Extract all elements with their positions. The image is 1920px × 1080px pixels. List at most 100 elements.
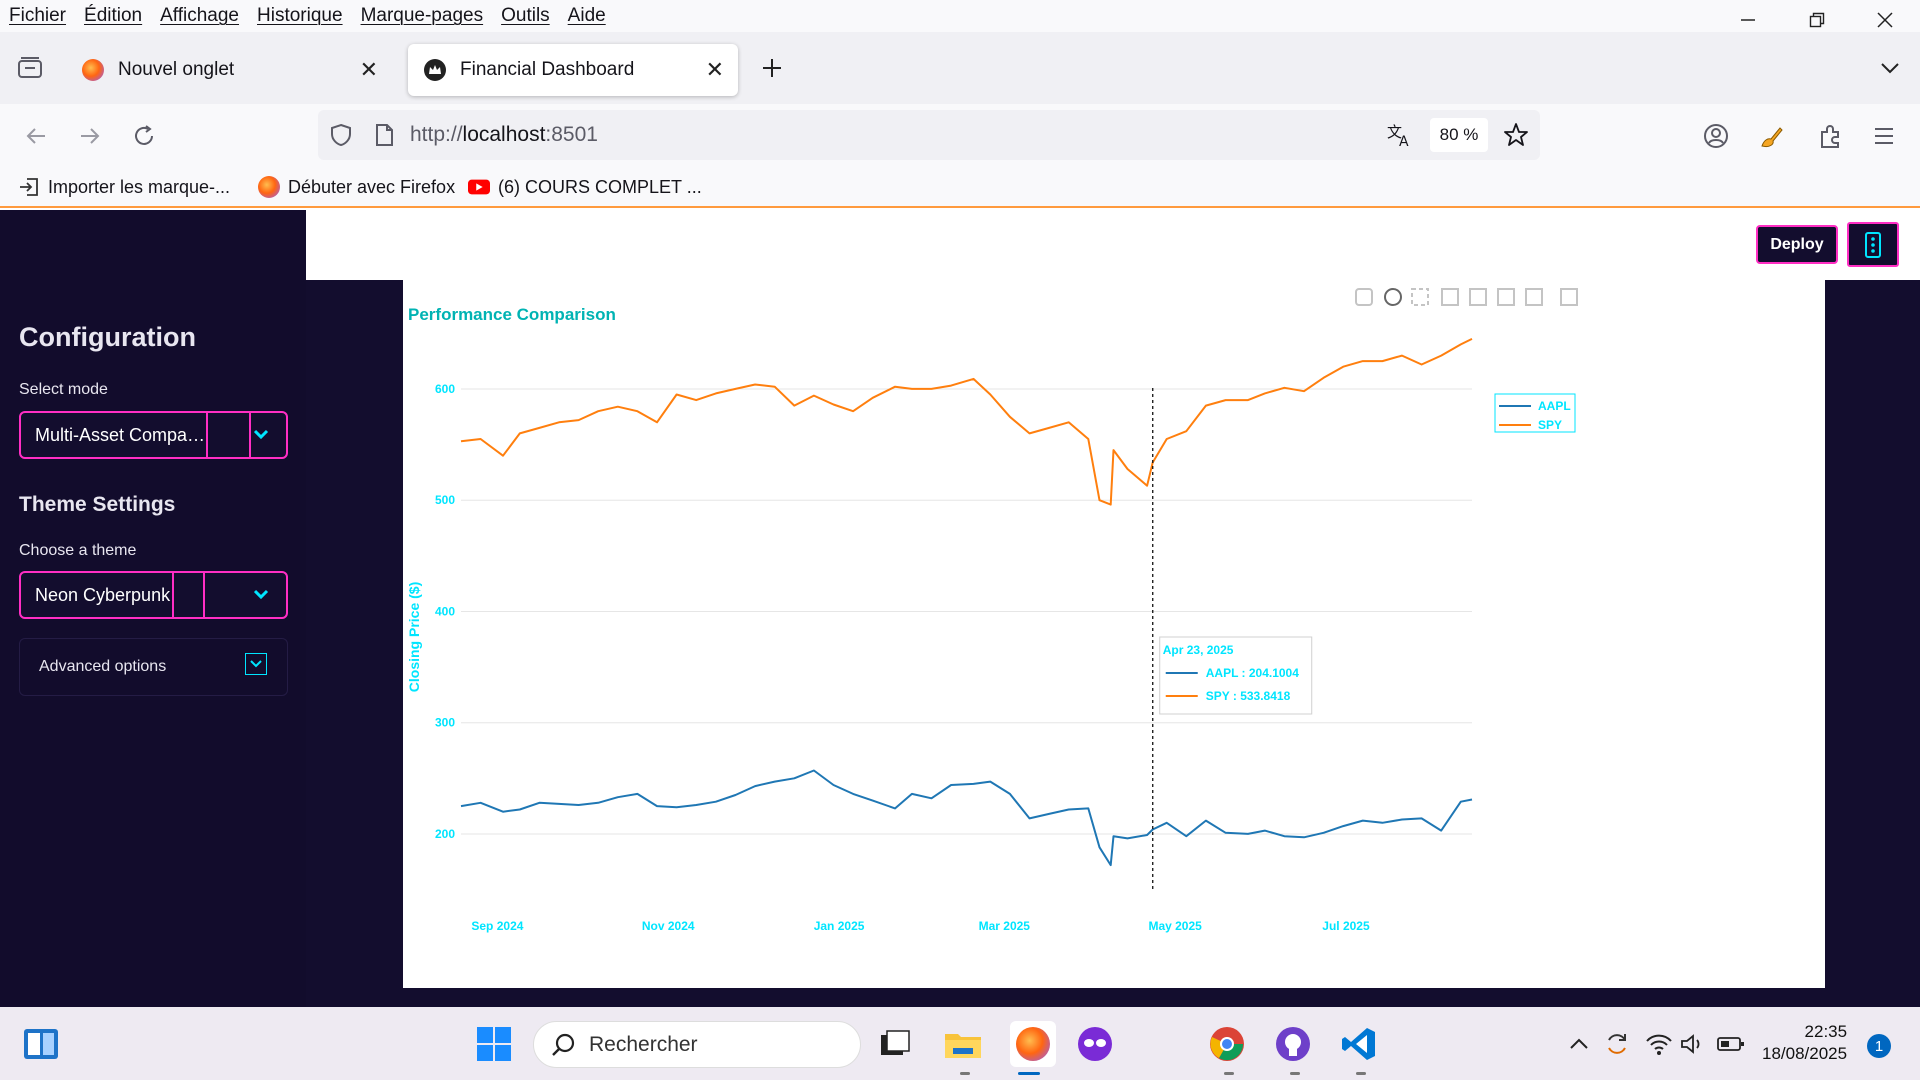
running-indicator (1224, 1072, 1234, 1075)
fullscreen-icon[interactable] (1560, 288, 1578, 306)
y-axis-label: Closing Price ($) (406, 582, 422, 692)
theme-settings-heading: Theme Settings (19, 493, 176, 516)
battery-button[interactable] (1712, 1025, 1750, 1063)
series-line-aapl[interactable] (460, 769, 1473, 867)
system-clock[interactable]: 22:35 18/08/2025 (1762, 1021, 1847, 1065)
close-tab-icon[interactable]: ✕ (706, 57, 724, 83)
menu-marque-pages[interactable]: Marque-pages (361, 5, 484, 27)
notification-badge[interactable]: 1 (1867, 1034, 1891, 1058)
url-port: :8501 (545, 123, 598, 146)
autoscale-icon[interactable] (1497, 288, 1515, 306)
tab-overview-button[interactable] (10, 48, 50, 88)
forward-button[interactable] (70, 116, 110, 156)
camera-icon[interactable] (1355, 288, 1373, 306)
select-mode-label: Select mode (19, 381, 108, 398)
reset-axes-icon[interactable] (1525, 288, 1543, 306)
extensions-button[interactable] (1810, 116, 1850, 156)
zoom-icon[interactable] (1384, 288, 1402, 306)
theme-select[interactable]: Neon Cyberpunk (19, 571, 288, 619)
translate-icon[interactable]: 文A (1386, 122, 1414, 153)
menu-fichier[interactable]: Fichier (9, 5, 66, 27)
firefox-icon (82, 59, 104, 81)
chevron-down-icon[interactable] (245, 653, 267, 675)
zoom-level-badge[interactable]: 80 % (1430, 118, 1488, 152)
taskbar-search-box[interactable]: Rechercher (533, 1021, 861, 1068)
mode-select-value: Multi-Asset Compa… (35, 425, 206, 445)
advanced-options-expander[interactable]: Advanced options (19, 638, 288, 696)
sync-icon (1608, 1034, 1626, 1054)
bookmark-label: Débuter avec Firefox (288, 176, 456, 197)
widgets-button[interactable] (22, 1025, 60, 1063)
shield-icon[interactable] (330, 123, 352, 152)
zoom-out-icon[interactable] (1469, 288, 1487, 306)
main-menu-button[interactable] (1847, 222, 1899, 267)
pan-icon[interactable] (1411, 288, 1429, 306)
bookmark-label: Importer les marque-... (48, 176, 231, 197)
tab-bar: Nouvel onglet ✕ Financial Dashboard ✕ (0, 32, 1920, 104)
chevron-up-icon (1570, 1038, 1588, 1049)
close-tab-icon[interactable]: ✕ (360, 57, 378, 83)
series-line-spy[interactable] (460, 338, 1473, 506)
folder-icon (945, 1034, 981, 1058)
bookmark-star-icon[interactable] (1503, 122, 1529, 153)
legend-label-aapl: AAPL (1538, 399, 1571, 413)
clock-time: 22:35 (1804, 1022, 1848, 1041)
app-menu-button[interactable] (1864, 116, 1904, 156)
menu-historique[interactable]: Historique (257, 5, 343, 27)
deploy-button[interactable]: Deploy (1756, 225, 1838, 264)
firefox-icon (1016, 1027, 1050, 1061)
sidebar: Configuration Select mode Multi-Asset Co… (0, 210, 306, 1007)
clock-date: 18/08/2025 (1762, 1044, 1848, 1063)
bookmark-cours-complet[interactable]: (6) COURS COMPLET ... (468, 174, 702, 200)
account-button[interactable] (1696, 116, 1736, 156)
restore-icon (1809, 12, 1825, 28)
menu-aide[interactable]: Aide (568, 5, 606, 27)
list-tabs-button[interactable] (1870, 48, 1910, 88)
chrome-button[interactable] (1208, 1025, 1246, 1063)
y-tick-label: 400 (435, 604, 455, 618)
zoom-in-icon[interactable] (1441, 288, 1459, 306)
x-tick-label: Mar 2025 (979, 919, 1031, 933)
url-host: localhost (462, 123, 546, 146)
battery-icon (1717, 1037, 1744, 1051)
account-icon (1704, 124, 1728, 148)
speaker-icon (1681, 1034, 1700, 1054)
github-desktop-button[interactable] (1274, 1025, 1312, 1063)
tab-financial-dashboard[interactable]: Financial Dashboard ✕ (408, 44, 738, 96)
page-info-icon[interactable] (374, 123, 394, 152)
file-explorer-button[interactable] (944, 1025, 982, 1063)
x-tick-label: Jul 2025 (1322, 919, 1370, 933)
chevron-down-icon (253, 429, 269, 440)
reload-button[interactable] (124, 116, 164, 156)
menu-edition[interactable]: Édition (84, 5, 142, 27)
bookmark-importer[interactable]: Importer les marque-... (18, 174, 230, 200)
performance-chart[interactable]: Performance Comparison 200 300 400 500 600 Clo… (403, 280, 1825, 988)
url-bar[interactable]: http://localhost:8501 文A 80 % (318, 110, 1540, 160)
kebab-menu-icon (1865, 231, 1881, 258)
vscode-button[interactable] (1340, 1025, 1378, 1063)
github-icon (1276, 1027, 1310, 1061)
bookmarks-bar: Importer les marque-... Débuter avec Fir… (0, 168, 1920, 208)
mode-select[interactable]: Multi-Asset Compa… (19, 411, 288, 459)
taskbar: Rechercher 22:35 18/08/2025 1 (0, 1007, 1920, 1080)
new-tab-button[interactable] (752, 48, 792, 88)
bookmark-debuter-firefox[interactable]: Débuter avec Firefox (258, 174, 455, 200)
show-hidden-icons-button[interactable] (1560, 1025, 1598, 1063)
menu-outils[interactable]: Outils (501, 5, 550, 27)
advanced-options-label: Advanced options (39, 658, 167, 675)
start-button[interactable] (475, 1025, 513, 1063)
firefox-taskbar-button[interactable] (1010, 1021, 1056, 1067)
menu-affichage[interactable]: Affichage (160, 5, 239, 27)
y-tick-label: 200 (435, 827, 455, 841)
back-button[interactable] (16, 116, 56, 156)
task-view-button[interactable] (876, 1025, 914, 1063)
extension-brush-button[interactable] (1752, 116, 1792, 156)
sync-button[interactable] (1598, 1025, 1636, 1063)
tab-nouvel-onglet[interactable]: Nouvel onglet ✕ (66, 44, 392, 96)
volume-button[interactable] (1674, 1025, 1712, 1063)
privacy-app-button[interactable] (1076, 1025, 1114, 1063)
legend-label-spy: SPY (1538, 418, 1562, 432)
y-tick-label: 500 (435, 493, 455, 507)
wifi-button[interactable] (1640, 1025, 1678, 1063)
import-icon (20, 178, 38, 196)
